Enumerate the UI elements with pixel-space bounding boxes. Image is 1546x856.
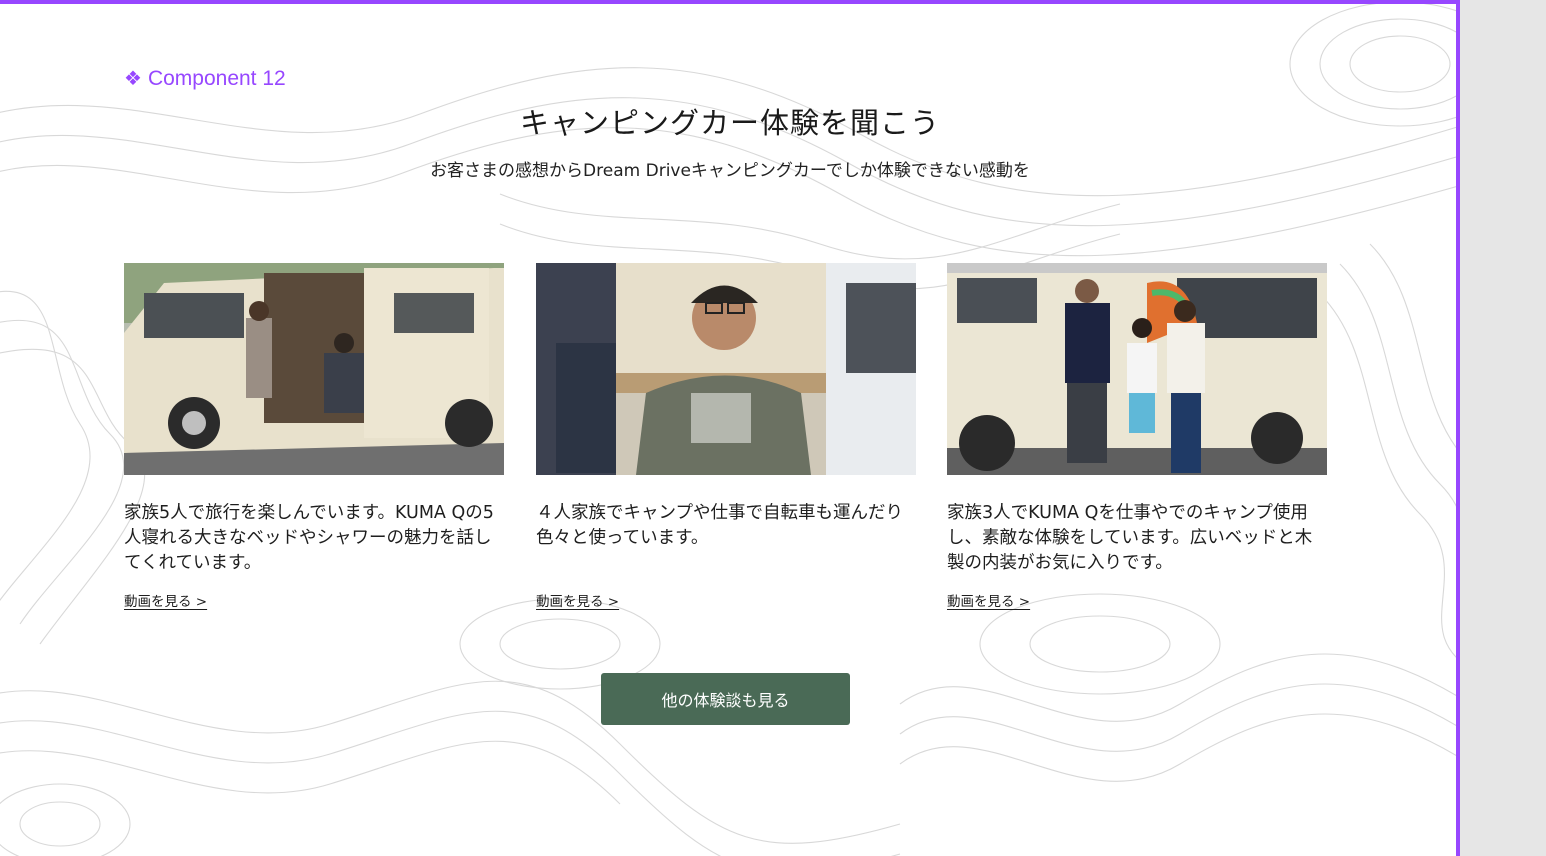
section-subtitle: お客さまの感想からDream Driveキャンピングカーでしか体験できない感動を — [430, 161, 1030, 181]
watch-video-link[interactable]: 動画を見る > — [536, 590, 619, 610]
watch-video-link[interactable]: 動画を見る > — [124, 590, 207, 610]
more-testimonials-button[interactable]: 他の体験談も見る — [601, 673, 850, 725]
testimonial-card: 家族3人でKUMA Qを仕事やでのキャンプ使用し、素敵な体験をしています。広いベ… — [947, 263, 1327, 610]
man-in-camper-van-photo[interactable] — [536, 263, 916, 475]
testimonial-text: 家族3人でKUMA Qを仕事やでのキャンプ使用し、素敵な体験をしています。広いベ… — [947, 503, 1313, 573]
component-label: ❖ Component 12 — [124, 66, 286, 91]
family-of-five-at-camper-van-photo[interactable] — [124, 263, 504, 475]
testimonial-card: 家族5人で旅行を楽しんでいます。KUMA Qの5人寝れる大きなベッドやシャワーの… — [124, 263, 504, 610]
testimonial-text: ４人家族でキャンプや仕事で自転車も運んだり色々と使っています。 — [536, 503, 903, 548]
component-frame: ❖ Component 12 キャンピングカー体験を聞こう お客さまの感想からD… — [0, 0, 1460, 856]
component-diamond-icon: ❖ — [124, 68, 142, 90]
section-title: キャンピングカー体験を聞こう — [519, 106, 940, 140]
testimonial-card: ４人家族でキャンプや仕事で自転車も運んだり色々と使っています。 動画を見る > — [536, 263, 916, 610]
watch-video-link[interactable]: 動画を見る > — [947, 590, 1030, 610]
family-of-three-waving-photo[interactable] — [947, 263, 1327, 475]
component-name: Component 12 — [147, 66, 286, 90]
testimonial-text: 家族5人で旅行を楽しんでいます。KUMA Qの5人寝れる大きなベッドやシャワーの… — [124, 503, 494, 573]
